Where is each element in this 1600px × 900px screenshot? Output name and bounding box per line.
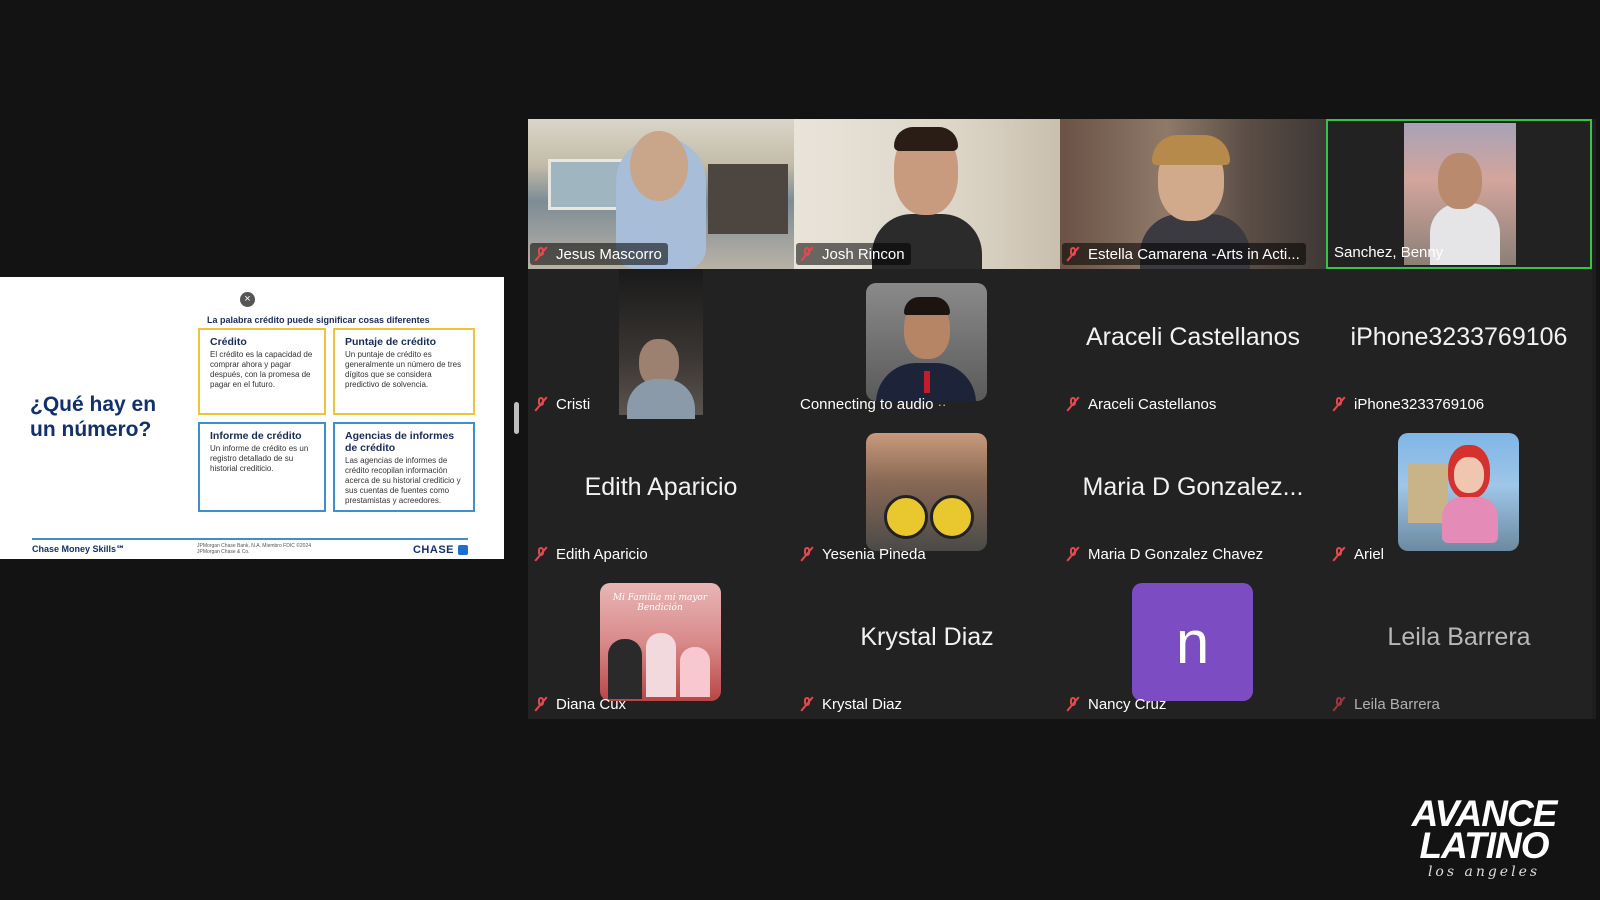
box-body: El crédito es la capacidad de comprar ah… — [210, 350, 313, 389]
muted-mic-icon — [1332, 396, 1346, 412]
participant-name-label: Diana Cux — [530, 693, 632, 715]
participant-tile-yesenia-pineda[interactable]: Yesenia Pineda — [794, 419, 1060, 569]
participant-tile-edith-aparicio[interactable]: Edith Aparicio Edith Aparicio — [528, 419, 794, 569]
participant-tile-ariel[interactable]: Ariel — [1326, 419, 1592, 569]
muted-mic-icon — [1066, 396, 1080, 412]
participant-display-name: Leila Barrera — [1387, 623, 1531, 651]
muted-mic-icon — [534, 696, 548, 712]
muted-mic-icon — [800, 246, 814, 262]
credit-score-box: Puntaje de crédito Un puntaje de crédito… — [333, 328, 475, 415]
slide-title: ¿Qué hay en un número? — [30, 393, 157, 441]
split-view-divider-handle[interactable] — [514, 402, 519, 434]
participant-display-name: Edith Aparicio — [584, 473, 738, 501]
participant-tile-maria-gonzalez[interactable]: Maria D Gonzalez... Maria D Gonzalez Cha… — [1060, 419, 1326, 569]
participant-name-label: Connecting to audio ·· — [800, 395, 947, 413]
participant-name-label: Edith Aparicio — [530, 543, 654, 565]
participant-tile-jesus-mascorro[interactable]: Jesus Mascorro — [528, 119, 794, 269]
muted-mic-icon — [534, 246, 548, 262]
box-heading: Crédito — [210, 336, 247, 348]
chase-logo: CHASE — [412, 544, 454, 556]
slide-footer: Chase Money Skills℠ JPMorgan Chase Bank,… — [32, 538, 468, 559]
participant-name-label: Jesus Mascorro — [530, 243, 668, 265]
photo-caption: Mi Familia mi mayor Bendición — [612, 593, 708, 613]
logo-line-2: LATINO — [1419, 825, 1550, 866]
participant-name-label: Ariel — [1328, 543, 1390, 565]
participant-tile-estella-camarena[interactable]: Estella Camarena -Arts in Acti... — [1060, 119, 1326, 269]
muted-mic-icon — [1066, 246, 1080, 262]
participant-name-label: Araceli Castellanos — [1062, 393, 1222, 415]
participant-tile-leila-barrera[interactable]: Leila Barrera Leila Barrera — [1326, 569, 1592, 719]
box-body: Un informe de crédito es un registro det… — [210, 444, 309, 473]
participant-display-name: Maria D Gonzalez... — [1082, 473, 1304, 501]
participant-name-label: Maria D Gonzalez Chavez — [1062, 543, 1269, 565]
participant-display-name: Araceli Castellanos — [1086, 323, 1300, 351]
participant-name-label: Cristi — [530, 393, 596, 415]
credit-agencies-box: Agencias de informes de crédito Las agen… — [333, 422, 475, 512]
chase-octagon-icon — [458, 545, 468, 555]
logo-line-3: los angeles — [1427, 864, 1541, 880]
participant-display-name: Krystal Diaz — [860, 623, 994, 651]
profile-photo — [866, 283, 987, 401]
participant-tile-cristi[interactable]: Cristi — [528, 269, 794, 419]
participant-tile-sanchez-benny[interactable]: Sanchez, Benny — [1326, 119, 1592, 269]
close-icon[interactable]: × — [240, 292, 255, 307]
muted-mic-icon — [1066, 546, 1080, 562]
participant-tile-krystal-diaz[interactable]: Krystal Diaz Krystal Diaz — [794, 569, 1060, 719]
credit-box: Crédito El crédito es la capacidad de co… — [198, 328, 326, 415]
muted-mic-icon — [800, 546, 814, 562]
box-heading: Agencias de informes de crédito — [345, 430, 455, 454]
avance-latino-logo: AVANCE LATINO los angeles — [1384, 795, 1584, 880]
profile-photo — [1398, 433, 1519, 551]
participant-name-label: Estella Camarena -Arts in Acti... — [1062, 243, 1306, 265]
participant-name-label: iPhone3233769106 — [1328, 393, 1490, 415]
avatar-letter: n — [1132, 583, 1253, 701]
participant-name-label: Krystal Diaz — [796, 693, 908, 715]
participant-display-name: iPhone3233769106 — [1350, 323, 1568, 351]
muted-mic-icon — [800, 696, 814, 712]
participant-name-label: Nancy Cruz — [1062, 693, 1172, 715]
participant-tile-diana-cux[interactable]: Mi Familia mi mayor Bendición Diana Cux — [528, 569, 794, 719]
video-gallery: Jesus Mascorro Josh Rincon Estella Camar… — [528, 119, 1596, 719]
shared-screen-slide: × La palabra crédito puede significar co… — [0, 277, 504, 559]
footer-legal: JPMorgan Chase Bank, N.A. Miembro FDIC ©… — [197, 543, 312, 555]
participant-name-label: Yesenia Pineda — [796, 543, 932, 565]
muted-mic-icon — [1332, 546, 1346, 562]
profile-photo — [866, 433, 987, 551]
muted-mic-icon — [1332, 696, 1346, 712]
participant-tile-araceli-castellanos[interactable]: Araceli Castellanos Araceli Castellanos — [1060, 269, 1326, 419]
box-heading: Puntaje de crédito — [345, 336, 437, 348]
participant-tile-josh-rincon[interactable]: Josh Rincon — [794, 119, 1060, 269]
participant-tile-nancy-cruz[interactable]: n Nancy Cruz — [1060, 569, 1326, 719]
box-body: Un puntaje de crédito es generalmente un… — [345, 350, 462, 389]
participant-tile-connecting[interactable]: Connecting to audio ·· — [794, 269, 1060, 419]
footer-brand: Chase Money Skills℠ — [32, 544, 126, 554]
participant-tile-iphone[interactable]: iPhone3233769106 iPhone3233769106 — [1326, 269, 1592, 419]
connecting-dots-icon: ·· — [937, 396, 947, 412]
box-body: Las agencias de informes de crédito reco… — [345, 456, 461, 505]
participant-name-label: Sanchez, Benny — [1334, 243, 1444, 261]
participant-name-label: Josh Rincon — [796, 243, 911, 265]
muted-mic-icon — [534, 396, 548, 412]
muted-mic-icon — [534, 546, 548, 562]
participant-name-label: Leila Barrera — [1328, 693, 1446, 715]
participant-video — [619, 269, 703, 419]
muted-mic-icon — [1066, 696, 1080, 712]
credit-report-box: Informe de crédito Un informe de crédito… — [198, 422, 326, 512]
profile-photo: Mi Familia mi mayor Bendición — [600, 583, 721, 701]
box-heading: Informe de crédito — [210, 430, 302, 442]
slide-subtitle: La palabra crédito puede significar cosa… — [207, 315, 430, 325]
